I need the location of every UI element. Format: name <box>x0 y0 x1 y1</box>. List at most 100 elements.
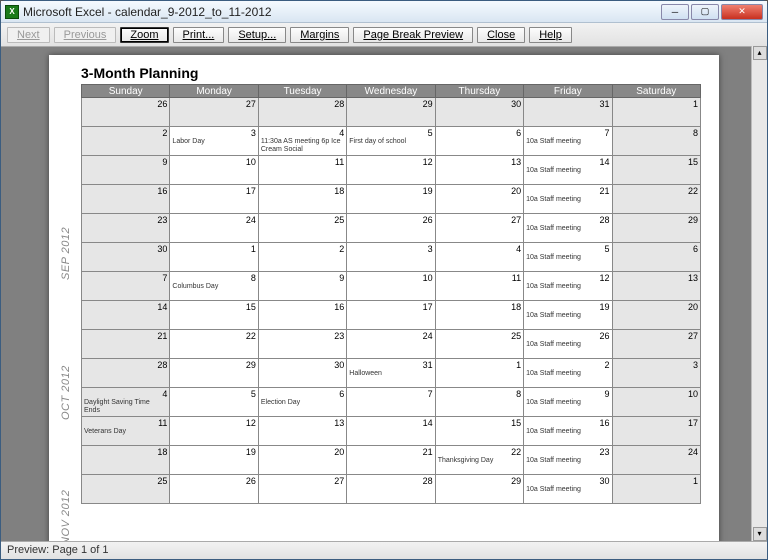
event-text: First day of school <box>349 138 432 146</box>
date-number: 14 <box>423 418 433 428</box>
date-number: 21 <box>157 331 167 341</box>
date-number: 2 <box>339 244 344 254</box>
calendar-cell: 210a Staff meeting <box>524 359 612 388</box>
calendar-cell: 24 <box>347 330 435 359</box>
date-number: 28 <box>600 215 610 225</box>
event-text: Veterans Day <box>84 428 167 436</box>
calendar-cell: 26 <box>82 98 170 127</box>
previous-button[interactable]: Previous <box>54 27 117 43</box>
date-number: 19 <box>246 447 256 457</box>
date-number: 23 <box>600 447 610 457</box>
calendar-cell: 23 <box>258 330 346 359</box>
calendar-cell: 28 <box>258 98 346 127</box>
event-text: 10a Staff meeting <box>526 167 609 175</box>
scroll-down-icon[interactable]: ▾ <box>753 527 767 541</box>
calendar-cell: 26 <box>170 475 258 504</box>
day-header: Tuesday <box>258 85 346 98</box>
date-number: 7 <box>605 128 610 138</box>
event-text: Labor Day <box>172 138 255 146</box>
calendar-cell: 2610a Staff meeting <box>524 330 612 359</box>
calendar-cell: 2310a Staff meeting <box>524 446 612 475</box>
calendar-cell: 14 <box>347 417 435 446</box>
page-break-preview-button[interactable]: Page Break Preview <box>353 27 473 43</box>
date-number: 27 <box>688 331 698 341</box>
event-text: Columbus Day <box>172 283 255 291</box>
calendar-cell: 15 <box>612 156 700 185</box>
calendar-cell: 5First day of school <box>347 127 435 156</box>
date-number: 27 <box>246 99 256 109</box>
calendar-cell: 8 <box>612 127 700 156</box>
date-number: 25 <box>511 331 521 341</box>
calendar-cell: 4 <box>435 243 523 272</box>
day-header: Friday <box>524 85 612 98</box>
date-number: 31 <box>600 99 610 109</box>
calendar-cell: 27 <box>170 98 258 127</box>
calendar-cell: 7 <box>82 272 170 301</box>
event-text: 10a Staff meeting <box>526 399 609 407</box>
setup-button[interactable]: Setup... <box>228 27 286 43</box>
close-button[interactable]: Close <box>477 27 525 43</box>
date-number: 16 <box>157 186 167 196</box>
calendar-cell: 2 <box>82 127 170 156</box>
calendar-cell: 19 <box>170 446 258 475</box>
calendar-cell: 20 <box>612 301 700 330</box>
calendar-cell: 910a Staff meeting <box>524 388 612 417</box>
event-text: 10a Staff meeting <box>526 457 609 465</box>
calendar-cell: 6 <box>612 243 700 272</box>
calendar-cell: 1 <box>612 98 700 127</box>
date-number: 30 <box>600 476 610 486</box>
calendar-cell: 26 <box>347 214 435 243</box>
calendar-cell: 24 <box>612 446 700 475</box>
help-button[interactable]: Help <box>529 27 572 43</box>
date-number: 20 <box>688 302 698 312</box>
calendar-cell: 28 <box>347 475 435 504</box>
scroll-up-icon[interactable]: ▴ <box>753 46 767 60</box>
calendar-cell: 15 <box>170 301 258 330</box>
status-text: Preview: Page 1 of 1 <box>7 544 109 556</box>
calendar-cell: 3010a Staff meeting <box>524 475 612 504</box>
calendar-cell: 17 <box>347 301 435 330</box>
date-number: 9 <box>339 273 344 283</box>
date-number: 7 <box>428 389 433 399</box>
calendar-cell: 24 <box>170 214 258 243</box>
date-number: 5 <box>251 389 256 399</box>
calendar-cell: 1610a Staff meeting <box>524 417 612 446</box>
calendar-cell: 1 <box>612 475 700 504</box>
date-number: 5 <box>605 244 610 254</box>
date-number: 16 <box>334 302 344 312</box>
day-header: Thursday <box>435 85 523 98</box>
month-label-sep: SEP 2012 <box>60 227 72 280</box>
maximize-button[interactable]: ▢ <box>691 4 719 20</box>
calendar-cell: 19 <box>347 185 435 214</box>
date-number: 30 <box>334 360 344 370</box>
calendar-cell: 710a Staff meeting <box>524 127 612 156</box>
zoom-button[interactable]: Zoom <box>120 27 168 43</box>
calendar-cell: 22Thanksgiving Day <box>435 446 523 475</box>
calendar-cell: 27 <box>258 475 346 504</box>
close-window-button[interactable]: ✕ <box>721 4 763 20</box>
margins-button[interactable]: Margins <box>290 27 349 43</box>
print-button[interactable]: Print... <box>173 27 225 43</box>
date-number: 3 <box>693 360 698 370</box>
date-number: 2 <box>605 360 610 370</box>
date-number: 5 <box>428 128 433 138</box>
next-button[interactable]: Next <box>7 27 50 43</box>
date-number: 3 <box>428 244 433 254</box>
date-number: 31 <box>423 360 433 370</box>
calendar-cell: 1910a Staff meeting <box>524 301 612 330</box>
minimize-button[interactable]: ─ <box>661 4 689 20</box>
preview-area[interactable]: 3-Month Planning SEP 2012 OCT 2012 NOV 2… <box>1 47 767 541</box>
event-text: 10a Staff meeting <box>526 341 609 349</box>
date-number: 4 <box>162 389 167 399</box>
date-number: 14 <box>157 302 167 312</box>
calendar-cell: 12 <box>170 417 258 446</box>
calendar-cell: 25 <box>435 330 523 359</box>
calendar-cell: 21 <box>347 446 435 475</box>
date-number: 12 <box>246 418 256 428</box>
vertical-scrollbar[interactable]: ▴ ▾ <box>751 46 767 541</box>
calendar-cell: 30 <box>258 359 346 388</box>
event-text: 10a Staff meeting <box>526 312 609 320</box>
date-number: 27 <box>334 476 344 486</box>
calendar-cell: 3Labor Day <box>170 127 258 156</box>
day-header: Sunday <box>82 85 170 98</box>
